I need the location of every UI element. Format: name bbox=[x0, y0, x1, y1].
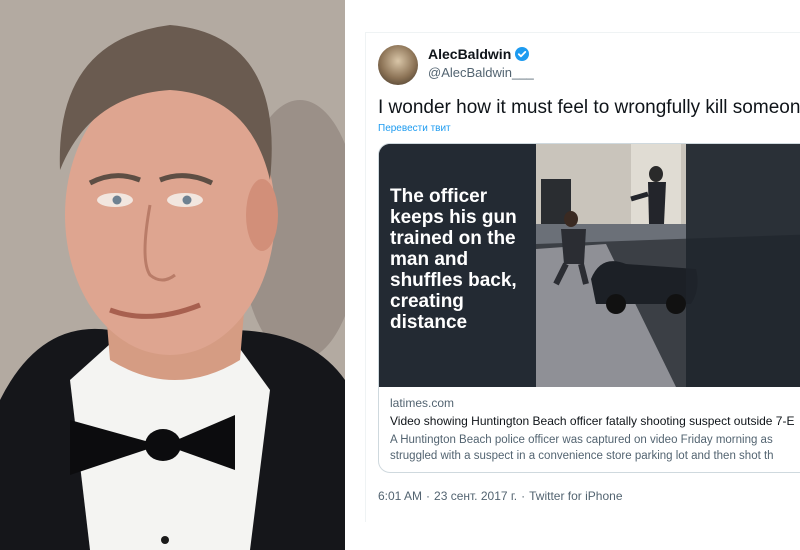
card-domain: latimes.com bbox=[390, 396, 455, 410]
card-image-scene bbox=[536, 144, 800, 387]
link-card[interactable]: The officer keeps his gun trained on the… bbox=[378, 143, 800, 473]
card-description-line: struggled with a suspect in a convenienc… bbox=[390, 450, 774, 462]
meta-separator: · bbox=[521, 489, 526, 503]
card-title: Video showing Huntington Beach officer f… bbox=[390, 414, 795, 428]
tweet: AlecBaldwin @AlecBaldwin___ I wonder how… bbox=[365, 32, 800, 522]
portrait-illustration bbox=[0, 0, 345, 550]
card-image-caption: The officer keeps his gun trained on the… bbox=[390, 186, 517, 333]
author-display-name[interactable]: AlecBaldwin bbox=[428, 46, 511, 62]
card-description: A Huntington Beach police officer was ca… bbox=[390, 432, 774, 464]
tweet-metadata: 6:01 AM · 23 сент. 2017 г. · Twitter for… bbox=[378, 489, 623, 503]
tweet-time[interactable]: 6:01 AM bbox=[378, 489, 422, 503]
meta-separator: · bbox=[426, 489, 431, 503]
avatar[interactable] bbox=[378, 45, 418, 85]
tweet-date[interactable]: 23 сент. 2017 г. bbox=[434, 489, 517, 503]
card-image-caption-panel: The officer keeps his gun trained on the… bbox=[379, 144, 536, 387]
panel-divider bbox=[345, 0, 365, 550]
author-handle[interactable]: @AlecBaldwin___ bbox=[428, 65, 534, 80]
author-name-row: AlecBaldwin bbox=[428, 46, 530, 62]
card-image: The officer keeps his gun trained on the… bbox=[379, 144, 800, 387]
translate-tweet-link[interactable]: Перевести твит bbox=[378, 123, 451, 134]
verified-badge-icon bbox=[515, 47, 530, 61]
tweet-source[interactable]: Twitter for iPhone bbox=[529, 489, 622, 503]
tweet-text: I wonder how it must feel to wrongfully … bbox=[378, 97, 800, 118]
portrait-photo bbox=[0, 0, 345, 550]
card-description-line: A Huntington Beach police officer was ca… bbox=[390, 434, 773, 446]
